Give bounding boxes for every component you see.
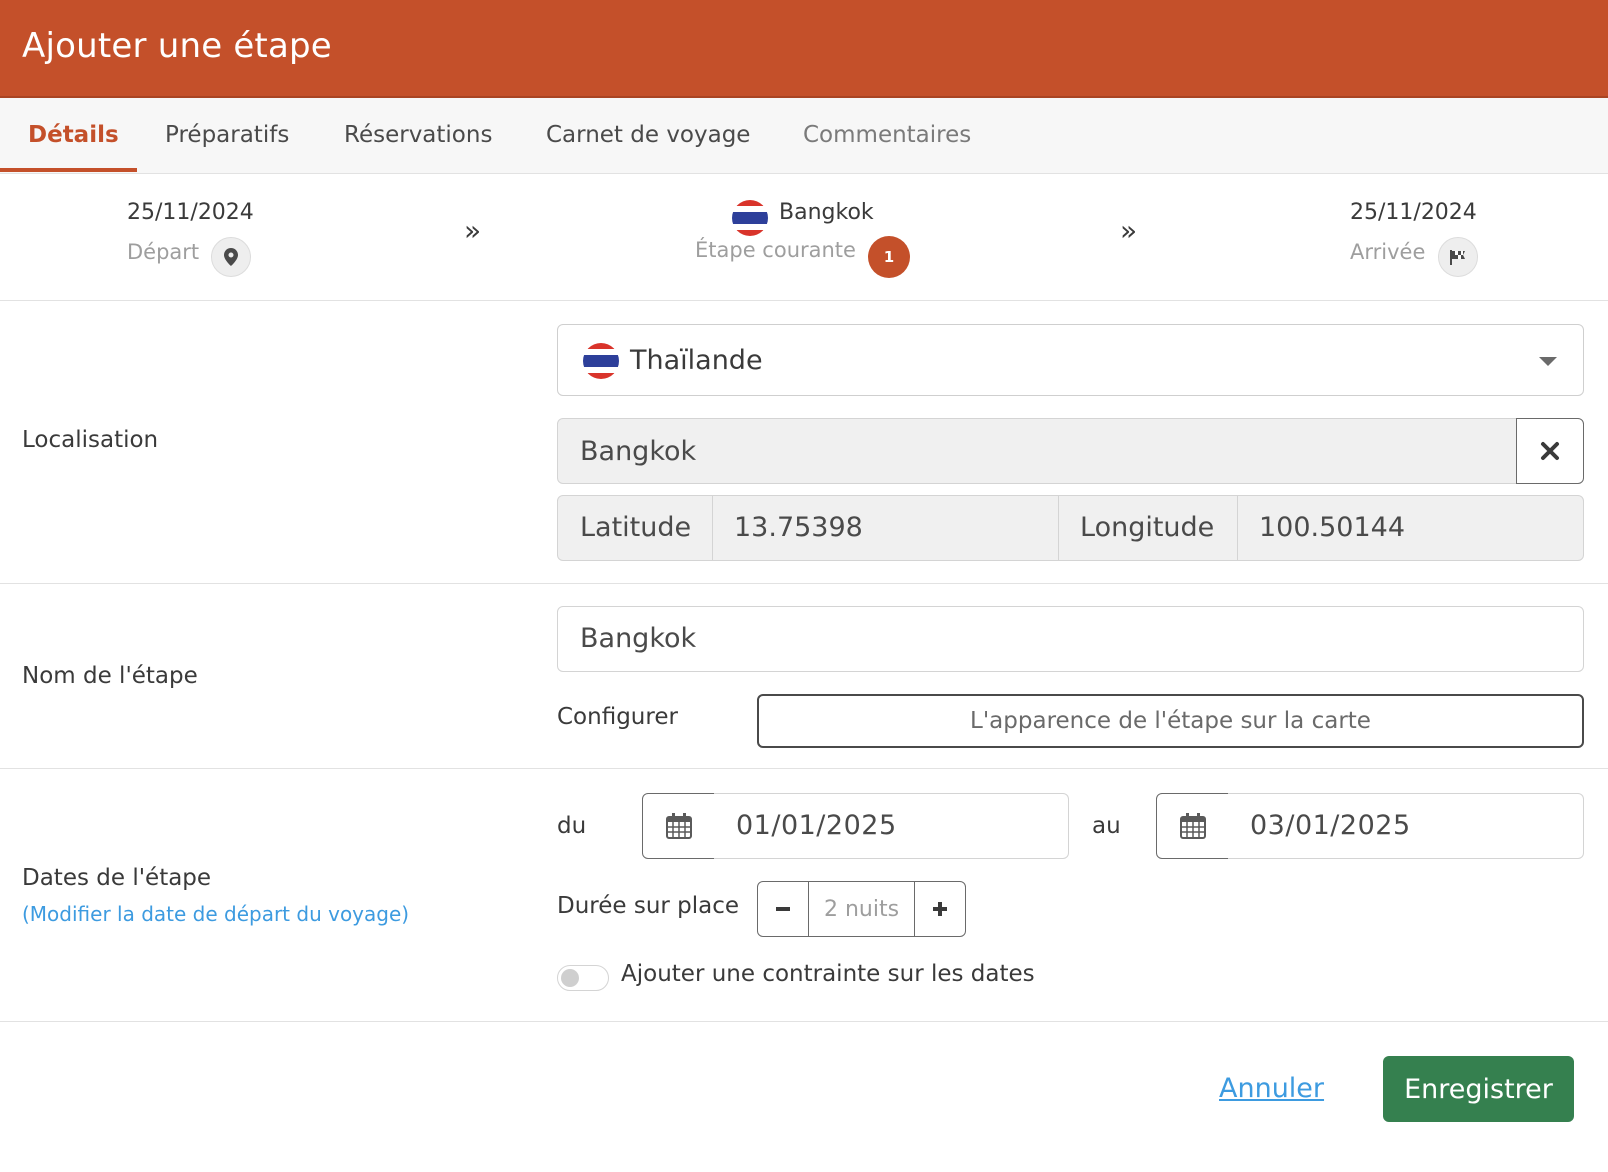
date-constraint-toggle[interactable]: [557, 965, 609, 991]
location-label: Localisation: [22, 427, 159, 453]
coordinates-group: Latitude 13.75398 Longitude 100.50144: [557, 495, 1584, 561]
to-calendar-button[interactable]: [1156, 793, 1229, 859]
tab-bar: Détails Préparatifs Réservations Carnet …: [0, 98, 1608, 174]
latitude-field[interactable]: 13.75398: [713, 496, 1059, 560]
thailand-flag-icon: [732, 200, 768, 236]
dates-label: Dates de l'étape: [22, 865, 212, 891]
cancel-link[interactable]: Annuler: [1219, 1073, 1324, 1104]
calendar-icon: [1179, 813, 1206, 839]
country-select[interactable]: Thaïlande: [557, 324, 1584, 396]
from-date-input[interactable]: 01/01/2025: [714, 793, 1069, 859]
modal-title: Ajouter une étape: [22, 26, 332, 66]
tab-preparatifs[interactable]: Préparatifs: [165, 122, 289, 148]
duration-label: Durée sur place: [557, 893, 740, 919]
next-step-chevron[interactable]: »: [1120, 214, 1137, 247]
city-value: Bangkok: [580, 436, 697, 467]
from-date-value: 01/01/2025: [736, 810, 897, 841]
tab-details[interactable]: Détails: [28, 122, 119, 148]
increase-duration-button[interactable]: [914, 881, 966, 937]
to-date-input[interactable]: 03/01/2025: [1228, 793, 1584, 859]
from-date-group: 01/01/2025: [642, 793, 1069, 859]
modal-header: Ajouter une étape: [0, 0, 1608, 98]
location-section: Localisation Thaïlande Bangkok Latitude: [0, 301, 1608, 584]
decrease-duration-button[interactable]: [757, 881, 809, 937]
longitude-label: Longitude: [1080, 512, 1215, 543]
step-name-section: Nom de l'étape Bangkok Configurer L'appa…: [0, 584, 1608, 769]
duration-value: 2 nuits: [808, 881, 915, 937]
step-number-badge: 1: [868, 236, 910, 278]
duration-stepper: 2 nuits: [757, 881, 966, 937]
map-marker-icon[interactable]: [211, 237, 251, 277]
to-date-group: 03/01/2025: [1156, 793, 1584, 859]
configure-map-appearance-button[interactable]: L'apparence de l'étape sur la carte: [757, 694, 1584, 748]
departure-label: Départ: [127, 240, 200, 264]
tab-commentaires[interactable]: Commentaires: [803, 122, 971, 148]
tab-carnet-de-voyage[interactable]: Carnet de voyage: [546, 122, 750, 148]
configure-label: Configurer: [557, 704, 678, 730]
step-name-value: Bangkok: [580, 623, 697, 654]
modify-departure-date-link[interactable]: (Modifier la date de départ du voyage): [22, 902, 409, 926]
active-tab-indicator: [0, 168, 137, 172]
country-value: Thaïlande: [630, 345, 763, 376]
from-label: du: [557, 813, 587, 839]
arrival-label: Arrivée: [1350, 240, 1426, 264]
city-field[interactable]: Bangkok: [557, 418, 1517, 484]
calendar-icon: [665, 813, 692, 839]
longitude-value: 100.50144: [1259, 512, 1406, 543]
current-step-city: Bangkok: [779, 200, 874, 225]
step-navigator: 25/11/2024 Départ » Bangkok Étape couran…: [0, 174, 1608, 301]
add-step-modal: Ajouter une étape Détails Préparatifs Ré…: [0, 0, 1608, 1172]
step-name-label: Nom de l'étape: [22, 663, 198, 689]
arrival-date: 25/11/2024: [1350, 200, 1477, 225]
thailand-flag-icon: [583, 343, 619, 379]
dates-section: Dates de l'étape (Modifier la date de dé…: [0, 769, 1608, 1022]
clear-city-button[interactable]: [1516, 418, 1584, 484]
close-icon: [1541, 442, 1559, 460]
departure-date: 25/11/2024: [127, 200, 254, 225]
latitude-value: 13.75398: [734, 512, 863, 543]
chevron-down-icon: [1539, 357, 1557, 366]
step-name-input[interactable]: Bangkok: [557, 606, 1584, 672]
from-calendar-button[interactable]: [642, 793, 715, 859]
longitude-field[interactable]: 100.50144: [1238, 496, 1583, 560]
latitude-label: Latitude: [580, 512, 692, 543]
prev-step-chevron[interactable]: »: [464, 214, 481, 247]
current-step-label: Étape courante: [695, 238, 856, 262]
date-constraint-label: Ajouter une contrainte sur les dates: [621, 961, 1035, 987]
minus-icon: [776, 907, 790, 911]
to-date-value: 03/01/2025: [1250, 810, 1411, 841]
plus-icon: [933, 902, 947, 916]
save-button[interactable]: Enregistrer: [1383, 1056, 1574, 1122]
flag-checkered-icon[interactable]: [1438, 237, 1478, 277]
tab-reservations[interactable]: Réservations: [344, 122, 492, 148]
to-label: au: [1092, 813, 1121, 839]
toggle-knob: [561, 969, 579, 987]
